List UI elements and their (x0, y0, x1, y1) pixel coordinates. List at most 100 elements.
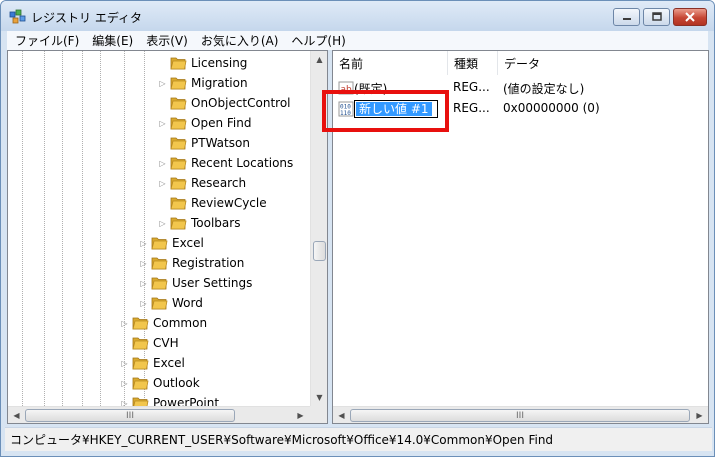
tree-item[interactable]: ▷ Recent Locations (158, 153, 293, 173)
tree-item-label: ReviewCycle (191, 196, 267, 210)
folder-icon (132, 337, 149, 350)
registry-key-tree[interactable]: Licensing ▷ Migration OnObjectControl ▷ Open … (7, 50, 328, 424)
folder-icon (151, 297, 168, 310)
menu-help[interactable]: ヘルプ(H) (283, 32, 350, 49)
tree-item-label: Recent Locations (191, 156, 294, 170)
scroll-corner (310, 406, 327, 423)
tree-item-label: Licensing (191, 56, 248, 70)
registry-editor-window: レジストリ エディタ ファイル(F) 編集(E) 表示(V) お気に入り(A) … (0, 0, 715, 457)
tree-item[interactable]: ▷ Registration (139, 253, 244, 273)
folder-icon (151, 277, 168, 290)
expand-arrow-icon[interactable]: ▷ (158, 159, 167, 168)
tree-item-label: Research (191, 176, 247, 190)
tree-item[interactable]: ▷ Research (158, 173, 246, 193)
tree-item-label: Open Find (191, 116, 252, 130)
tree-horizontal-scrollbar[interactable]: ◀ III ▶ (8, 406, 310, 423)
minimize-button[interactable] (613, 8, 640, 26)
tree-item[interactable]: Licensing (158, 53, 247, 73)
window-title: レジストリ エディタ (31, 11, 142, 25)
folder-icon (132, 357, 149, 370)
expand-arrow-icon[interactable]: ▷ (139, 239, 148, 248)
tree-item[interactable]: CVH (120, 333, 179, 353)
value-data: 0x00000000 (0) (503, 101, 600, 115)
scroll-up-arrow-icon[interactable]: ▲ (311, 51, 327, 68)
tree-item[interactable]: ReviewCycle (158, 193, 267, 213)
tree-item[interactable]: ▷ Migration (158, 73, 248, 93)
tree-item[interactable]: ▷ Open Find (158, 113, 251, 133)
close-button[interactable] (673, 8, 707, 26)
menu-view[interactable]: 表示(V) (138, 32, 193, 49)
expand-arrow-icon[interactable]: ▷ (139, 259, 148, 268)
scroll-left-arrow-icon[interactable]: ◀ (333, 407, 350, 423)
tree-guide-line (100, 51, 101, 406)
maximize-icon (651, 12, 662, 21)
column-header-type[interactable]: 種類 (448, 51, 498, 75)
tree-guide-line (62, 51, 63, 406)
folder-icon (170, 197, 187, 210)
status-path: コンピュータ¥HKEY_CURRENT_USER¥Software¥Micros… (10, 433, 554, 447)
expand-arrow-icon[interactable]: ▷ (158, 79, 167, 88)
tree-item[interactable]: ▷ Excel (120, 353, 185, 373)
folder-icon (170, 57, 187, 70)
expand-arrow-icon[interactable]: ▷ (120, 359, 129, 368)
tree-item[interactable]: ▷ Outlook (120, 373, 200, 393)
value-type: REG... (453, 101, 490, 115)
tree-item-label: Outlook (153, 376, 200, 390)
folder-icon (151, 257, 168, 270)
folder-icon (170, 177, 187, 190)
tree-item[interactable]: PTWatson (158, 133, 250, 153)
regedit-app-icon (9, 9, 26, 24)
menu-bar: ファイル(F) 編集(E) 表示(V) お気に入り(A) ヘルプ(H) (7, 31, 708, 50)
tree-item-label: Excel (153, 356, 185, 370)
scroll-thumb-horizontal[interactable]: III (350, 409, 690, 422)
column-header-name[interactable]: 名前 (333, 51, 448, 75)
column-header-data[interactable]: データ (498, 51, 708, 75)
tree-item-label: CVH (153, 336, 179, 350)
tree-item-label: Word (172, 296, 203, 310)
expand-arrow-icon[interactable]: ▷ (158, 219, 167, 228)
folder-icon (170, 117, 187, 130)
folder-icon (170, 137, 187, 150)
scroll-right-arrow-icon[interactable]: ▶ (292, 407, 309, 423)
tree-item[interactable]: ▷ Word (139, 293, 203, 313)
expand-arrow-icon[interactable]: ▷ (158, 179, 167, 188)
tree-item-label: Common (153, 316, 208, 330)
tree-item-label: Toolbars (191, 216, 241, 230)
maximize-button[interactable] (643, 8, 670, 26)
tree-item-label: Migration (191, 76, 248, 90)
tree-item-label: OnObjectControl (191, 96, 291, 110)
scroll-thumb-horizontal[interactable]: III (25, 409, 235, 422)
expand-arrow-icon[interactable]: ▷ (139, 279, 148, 288)
title-bar[interactable]: レジストリ エディタ (1, 1, 714, 31)
tree-item[interactable]: OnObjectControl (158, 93, 291, 113)
folder-icon (132, 377, 149, 390)
scroll-thumb[interactable] (313, 241, 326, 261)
folder-icon (170, 217, 187, 230)
tree-item[interactable]: ▷ Excel (139, 233, 204, 253)
tree-item-label: Excel (172, 236, 204, 250)
menu-edit[interactable]: 編集(E) (84, 32, 138, 49)
value-data: (値の設定なし) (503, 82, 585, 96)
expand-arrow-icon[interactable]: ▷ (139, 299, 148, 308)
scroll-left-arrow-icon[interactable]: ◀ (8, 407, 25, 423)
values-horizontal-scrollbar[interactable]: ◀ III ▶ (333, 406, 708, 423)
value-type: REG... (453, 80, 490, 94)
tree-item[interactable]: ▷ Common (120, 313, 207, 333)
menu-favorites[interactable]: お気に入り(A) (193, 32, 284, 49)
tree-item-label: Registration (172, 256, 245, 270)
tree-item-label: User Settings (172, 276, 253, 290)
tree-guide-line (82, 51, 83, 406)
tree-guide-line (22, 51, 23, 406)
folder-icon (151, 237, 168, 250)
tree-item[interactable]: ▷ User Settings (139, 273, 252, 293)
expand-arrow-icon[interactable]: ▷ (120, 319, 129, 328)
close-icon (685, 12, 695, 22)
tree-item[interactable]: ▷ Toolbars (158, 213, 240, 233)
tree-guide-line (44, 51, 45, 406)
menu-file[interactable]: ファイル(F) (7, 32, 84, 49)
scroll-right-arrow-icon[interactable]: ▶ (691, 407, 708, 423)
tree-item-label: PTWatson (191, 136, 250, 150)
expand-arrow-icon[interactable]: ▷ (158, 119, 167, 128)
scroll-down-arrow-icon[interactable]: ▼ (311, 389, 327, 406)
expand-arrow-icon[interactable]: ▷ (120, 379, 129, 388)
